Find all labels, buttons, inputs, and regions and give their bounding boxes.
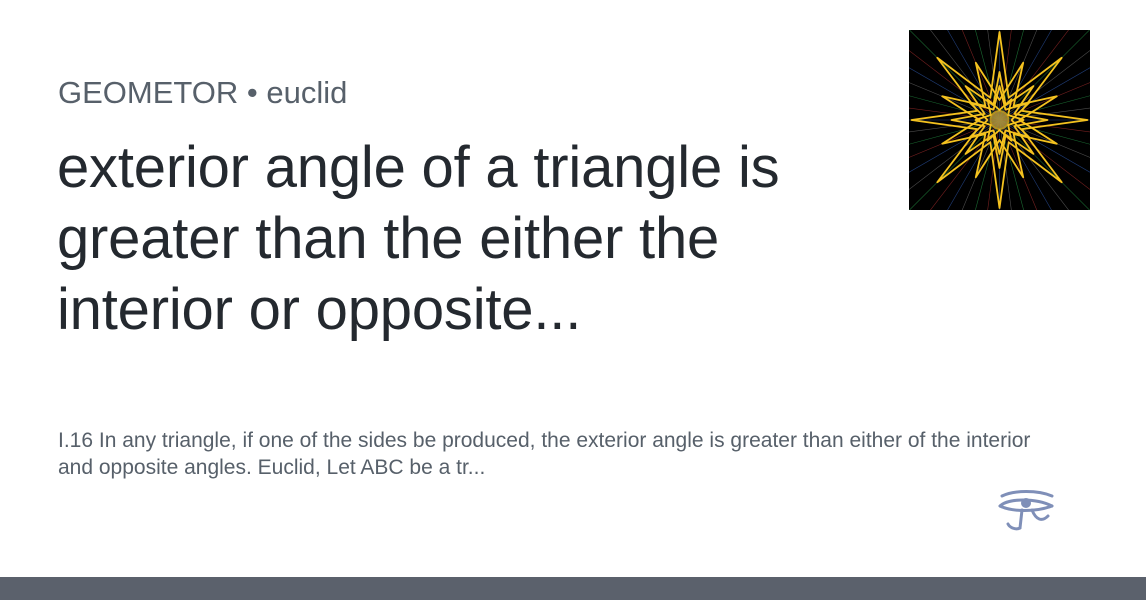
breadcrumb-separator: • [246,75,258,110]
owner-name[interactable]: GEOMETOR [58,75,238,110]
footer-bar [0,577,1146,600]
page-description: I.16 In any triangle, if one of the side… [58,429,1031,479]
geometric-star-icon [909,30,1090,210]
repo-name[interactable]: euclid [266,75,347,110]
star-center [989,110,1010,130]
breadcrumb: GEOMETOR • euclid [58,74,347,112]
geometric-star-avatar [909,30,1090,210]
page-title: exterior angle of a triangle is greater … [57,135,780,342]
eye-of-horus-icon [996,488,1056,534]
